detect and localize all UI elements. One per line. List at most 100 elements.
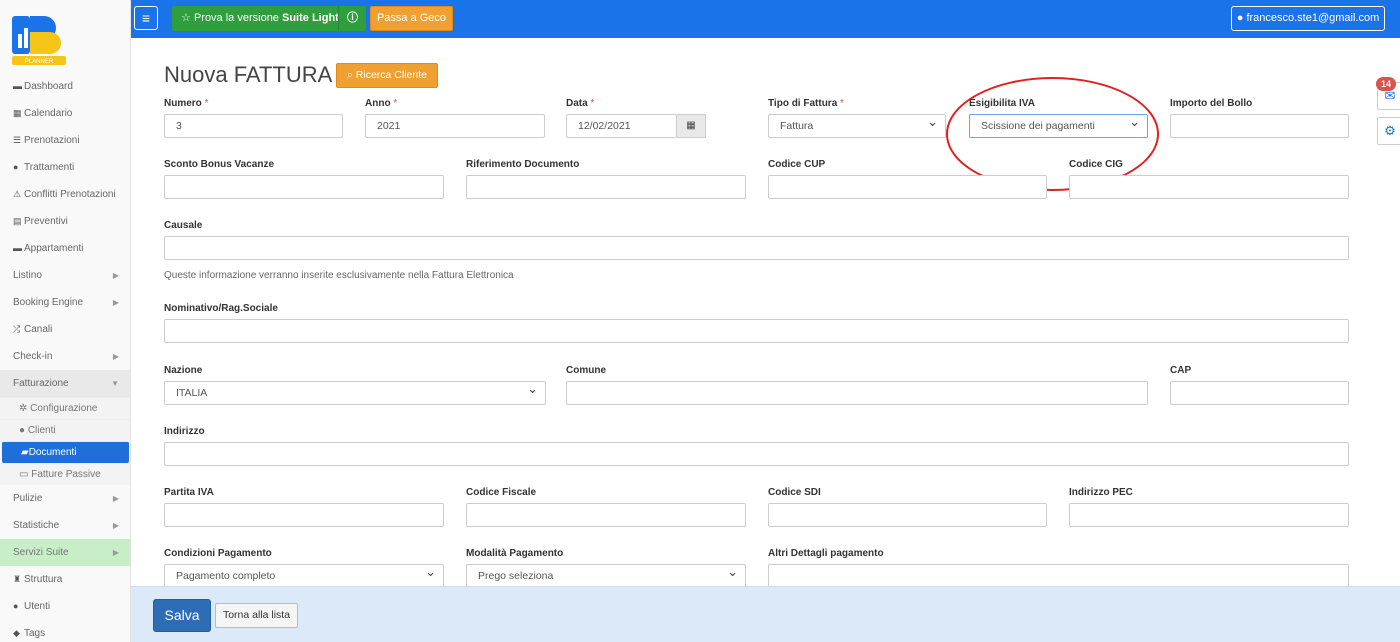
sidebar-subitem-clienti[interactable]: ● Clienti [0, 419, 130, 441]
info-icon[interactable]: ⓘ [338, 6, 366, 31]
top-bar: ≡ ☆ Prova la versione Suite Light ⓘ Pass… [131, 0, 1400, 38]
calendar-icon: ▦ [686, 120, 696, 131]
messages-badge: 14 [1376, 77, 1396, 91]
sconto-bonus-field[interactable] [164, 175, 444, 199]
chevron-right-icon: ▶ [112, 271, 119, 280]
condizioni-pagamento-label: Condizioni Pagamento [164, 548, 272, 559]
settings-button[interactable]: ⚙ [1377, 117, 1400, 145]
indirizzo-field[interactable] [164, 442, 1349, 466]
sidebar-item-appartamenti[interactable]: ▬ Appartamenti [0, 235, 130, 262]
codice-fiscale-field[interactable] [466, 503, 746, 527]
sidebar-subitem-fatture-passive[interactable]: ▭ Fatture Passive [0, 463, 130, 485]
shuffle-icon: ⤮ [13, 324, 21, 334]
sidebar-item-preventivi[interactable]: ▤ Preventivi [0, 208, 130, 235]
nominativo-field[interactable] [164, 319, 1349, 343]
sidebar-item-check-in[interactable]: Check-in ▶ [0, 343, 130, 370]
riferimento-documento-label: Riferimento Documento [466, 159, 580, 170]
calendar-icon: ▦ [13, 108, 22, 118]
chevron-right-icon: ▶ [112, 352, 119, 361]
causale-field[interactable] [164, 236, 1349, 260]
data-label: Data * [566, 98, 595, 109]
importo-bollo-label: Importo del Bollo [1170, 98, 1253, 109]
save-button[interactable]: Salva [153, 599, 211, 632]
gear-icon: ✲ [19, 403, 28, 414]
food-icon: ● [13, 162, 19, 172]
codice-cup-field[interactable] [768, 175, 1047, 199]
importo-bollo-field[interactable] [1170, 114, 1349, 138]
sidebar-item-statistiche[interactable]: Statistiche ▶ [0, 512, 130, 539]
sidebar-item-listino[interactable]: Listino ▶ [0, 262, 130, 289]
menu-toggle-button[interactable]: ≡ [134, 6, 158, 30]
comune-field[interactable] [566, 381, 1148, 405]
building-icon: ♜ [13, 574, 22, 584]
date-field[interactable]: 12/02/2021 [566, 114, 677, 138]
condizioni-pagamento-select[interactable]: Pagamento completo [164, 561, 444, 588]
codice-cig-field[interactable] [1069, 175, 1349, 199]
sidebar-item-struttura[interactable]: ♜ Struttura [0, 566, 130, 593]
gears-icon: ⚙ [1384, 123, 1396, 138]
indirizzo-pec-field[interactable] [1069, 503, 1349, 527]
codice-sdi-field[interactable] [768, 503, 1047, 527]
indirizzo-pec-label: Indirizzo PEC [1069, 487, 1133, 498]
nazione-select[interactable]: ITALIA [164, 378, 546, 405]
sidebar-item-utenti[interactable]: ● Utenti [0, 593, 130, 620]
bb-planner-logo[interactable]: PLANNER [10, 12, 68, 67]
user-icon: ● [19, 425, 26, 436]
causale-hint: Queste informazione verranno inserite es… [164, 270, 514, 281]
footer-actions: Salva Torna alla lista [131, 586, 1400, 642]
credit-card-icon: ▭ [19, 469, 29, 480]
svg-text:PLANNER: PLANNER [25, 59, 54, 65]
modalita-pagamento-select[interactable]: Prego seleziona [466, 561, 746, 588]
sidebar-item-trattamenti[interactable]: ● Trattamenti [0, 154, 130, 181]
sidebar-item-servizi-suite[interactable]: Servizi Suite ▶ [0, 539, 130, 566]
nominativo-label: Nominativo/Rag.Sociale [164, 303, 278, 314]
cap-field[interactable] [1170, 381, 1349, 405]
chevron-right-icon: ▶ [112, 494, 119, 503]
cap-label: CAP [1170, 365, 1192, 376]
sidebar-item-prenotazioni[interactable]: ☰ Prenotazioni [0, 127, 130, 154]
user-account-button[interactable]: ● francesco.ste1@gmail.com [1231, 6, 1385, 31]
hamburger-icon: ≡ [141, 10, 151, 26]
sidebar-item-booking-engine[interactable]: Booking Engine ▶ [0, 289, 130, 316]
sidebar-item-pulizie[interactable]: Pulizie ▶ [0, 485, 130, 512]
comune-label: Comune [566, 365, 606, 376]
switch-to-geco-button[interactable]: Passa a Geco [370, 6, 453, 31]
anno-field[interactable]: 2021 [365, 114, 545, 138]
sidebar-item-tags[interactable]: ◆ Tags [0, 620, 130, 642]
altri-dettagli-field[interactable] [768, 564, 1349, 588]
calendar-picker-button[interactable]: ▦ [677, 114, 706, 138]
partita-iva-field[interactable] [164, 503, 444, 527]
highlight-ellipse [946, 77, 1159, 191]
sidebar-item-fatturazione[interactable]: Fatturazione ▼ [0, 370, 130, 397]
try-suite-light-button[interactable]: ☆ Prova la versione Suite Light ⓘ [172, 6, 366, 31]
partita-iva-label: Partita IVA [164, 487, 214, 498]
folder-open-icon: ▰ [21, 447, 29, 458]
page-title: Nuova FATTURA [164, 62, 333, 87]
back-to-list-button[interactable]: Torna alla lista [215, 603, 298, 628]
search-icon: ⌕ [346, 69, 353, 81]
warning-icon: ⚠ [13, 189, 22, 199]
file-icon: ▤ [13, 216, 22, 226]
sidebar-nav: ▬ Dashboard ▦ Calendario ☰ Prenotazioni ● Tr… [0, 73, 130, 642]
main-content: Nuova FATTURA ⌕ Ricerca Cliente Numero *… [131, 38, 1400, 588]
sidebar-item-calendario[interactable]: ▦ Calendario [0, 100, 130, 127]
numero-field[interactable]: 3 [164, 114, 343, 138]
codice-sdi-label: Codice SDI [768, 487, 821, 498]
chevron-right-icon: ▶ [112, 298, 119, 307]
chevron-right-icon: ▶ [112, 548, 119, 557]
bed-icon: ▬ [13, 243, 22, 253]
chevron-down-icon: ▼ [111, 379, 119, 388]
riferimento-documento-field[interactable] [466, 175, 746, 199]
indirizzo-label: Indirizzo [164, 426, 205, 437]
sidebar-item-canali[interactable]: ⤮ Canali [0, 316, 130, 343]
sidebar-item-conflitti[interactable]: ⚠ Conflitti Prenotazioni [0, 181, 130, 208]
sidebar-subitem-configurazione[interactable]: ✲ Configurazione [0, 397, 130, 419]
search-client-button[interactable]: ⌕ Ricerca Cliente [336, 63, 438, 88]
modalita-pagamento-label: Modalità Pagamento [466, 548, 564, 559]
chevron-right-icon: ▶ [112, 521, 119, 530]
tipo-fattura-select[interactable]: Fattura [768, 111, 946, 138]
sidebar-item-dashboard[interactable]: ▬ Dashboard [0, 73, 130, 100]
list-icon: ☰ [13, 135, 22, 145]
sidebar-subitem-documenti[interactable]: ▰Documenti [2, 441, 129, 463]
user-icon: ● [13, 601, 19, 611]
